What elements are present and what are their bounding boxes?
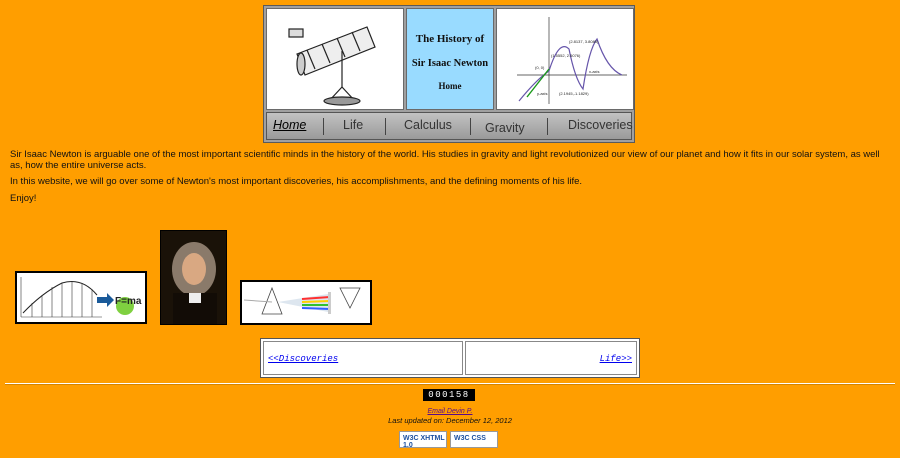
w3c-xhtml-badge[interactable]: W3C XHTML 1.0 — [399, 431, 447, 449]
graph-label-point3: (2.1945,-1.1829) — [559, 91, 589, 96]
nav-divider — [323, 118, 324, 135]
email-link[interactable]: Email Devin P. — [0, 408, 900, 415]
graph-label-xaxis: x-axis — [589, 69, 599, 74]
w3c-xhtml-badge-label: W3C XHTML 1.0 — [403, 435, 445, 449]
site-title-cell: The History of Sir Isaac Newton Home — [406, 8, 494, 110]
graph-label-yaxis: y-axis — [537, 91, 547, 96]
fma-label: F=ma — [115, 296, 142, 307]
nav-home[interactable]: Home — [273, 118, 306, 132]
graph-label-origin: (0, 0) — [535, 65, 545, 70]
page-navigation: <<Discoveries Life>> — [260, 338, 640, 378]
nav-calculus[interactable]: Calculus — [404, 118, 452, 132]
main-nav: Home Life Calculus Gravity Discoveries — [266, 112, 633, 140]
last-updated: Last updated on: December 12, 2012 — [388, 416, 512, 425]
newton-portrait — [160, 230, 227, 325]
footer-divider — [5, 383, 895, 385]
nav-gravity[interactable]: Gravity — [485, 121, 525, 135]
w3c-css-badge-label: W3C CSS — [454, 435, 486, 442]
website-paragraph: In this website, we will go over some of… — [10, 176, 583, 187]
telescope-image — [266, 8, 404, 110]
nav-divider — [385, 118, 386, 135]
header-banner: The History of Sir Isaac Newton Home (1.… — [263, 5, 635, 143]
site-title-line1: The History of — [415, 33, 485, 45]
next-link[interactable]: Life>> — [600, 354, 632, 364]
prev-cell: <<Discoveries — [263, 341, 463, 375]
calculus-graph-image: (1.5552, 2.5076) (2.8137, 3.8085) (0, 0)… — [496, 8, 634, 110]
prev-link[interactable]: <<Discoveries — [268, 354, 338, 364]
fma-graph-image: F=ma — [15, 271, 147, 324]
intro-paragraph: Sir Isaac Newton is arguable one of the … — [10, 149, 880, 171]
site-title-line2: Sir Isaac Newton — [411, 58, 489, 69]
nav-divider — [547, 118, 548, 135]
graph-label-point1: (1.5552, 2.5076) — [551, 53, 581, 58]
next-cell: Life>> — [465, 341, 637, 375]
nav-life[interactable]: Life — [343, 118, 363, 132]
nav-divider — [470, 118, 471, 135]
page-subtitle: Home — [438, 81, 462, 91]
w3c-css-badge[interactable]: W3C CSS — [450, 431, 498, 448]
enjoy-text: Enjoy! — [10, 193, 37, 204]
hit-counter: 000158 — [423, 389, 475, 401]
prism-diagram-image — [240, 280, 372, 325]
graph-label-point2: (2.8137, 3.8085) — [569, 39, 599, 44]
nav-discoveries[interactable]: Discoveries — [568, 118, 633, 132]
